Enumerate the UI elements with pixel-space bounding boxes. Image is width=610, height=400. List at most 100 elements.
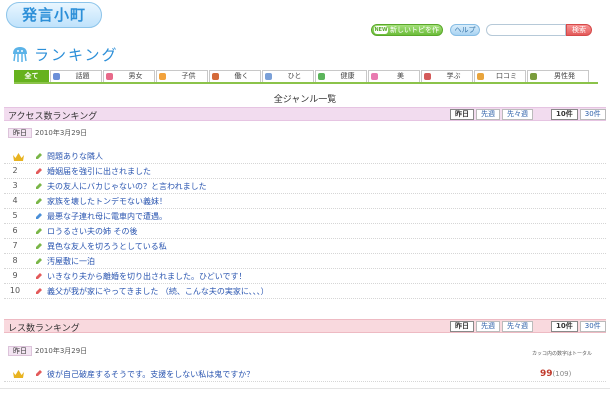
access-period-week-before[interactable]: 先々週: [502, 109, 533, 120]
access-count-group: 10件 30件: [551, 109, 608, 120]
res-ranking-row[interactable]: 彼が自己破産するそうです。支援をしない私は鬼ですか？ 99(109): [4, 366, 606, 382]
access-period-group: 昨日 先週 先々週: [450, 109, 535, 120]
ranking-row[interactable]: 8 汚屋敷に一泊: [4, 254, 606, 269]
red-pencil-icon: [36, 370, 42, 376]
res-count-10[interactable]: 10件: [551, 321, 578, 332]
tab-2[interactable]: 男女: [103, 70, 155, 82]
ranking-row[interactable]: 9 いきなり夫から離婚を切り出されました。ひどいです！: [4, 269, 606, 284]
tab-category-icon: [265, 73, 272, 80]
rank-title[interactable]: いきなり夫から離婚を切り出されました。ひどいです！: [47, 271, 247, 282]
tab-label: 美: [397, 72, 404, 80]
green-category-icon: [36, 243, 42, 249]
tab-category-icon: [424, 73, 431, 80]
tab-10[interactable]: 男性発: [527, 70, 589, 82]
ranking-row[interactable]: 2 婚姻届を強引に出されました: [4, 164, 606, 179]
ranking-row[interactable]: 4 家族を壊したトンデモない義妹！: [4, 194, 606, 209]
rank-number: 6: [12, 226, 18, 235]
tab-7[interactable]: 美: [368, 70, 420, 82]
tab-0[interactable]: 全て: [14, 70, 49, 82]
access-period-yesterday[interactable]: 昨日: [450, 109, 474, 120]
genre-heading: 全ジャンル一覧: [273, 95, 337, 105]
tally-note: カッコ内の数字はトータル: [532, 351, 593, 357]
res-period-yesterday[interactable]: 昨日: [450, 321, 474, 332]
access-period-last-week[interactable]: 先週: [476, 109, 500, 120]
rank-title[interactable]: 汚屋敷に一泊: [47, 256, 95, 267]
ranking-row[interactable]: 7 異色な友人を切ろうとしている私: [4, 239, 606, 254]
access-count-30[interactable]: 30件: [579, 109, 606, 120]
red-category-icon: [36, 273, 42, 279]
rank-number: 3: [12, 181, 18, 190]
crown-icon: [13, 153, 24, 161]
tab-label: 働く: [234, 72, 249, 80]
ranking-row[interactable]: 3 夫の友人にバカじゃないの？と言われました: [4, 179, 606, 194]
site-logo[interactable]: 発言小町: [6, 2, 102, 28]
help-button[interactable]: ヘルプ: [450, 24, 480, 36]
tab-6[interactable]: 健康: [315, 70, 367, 82]
tab-category-icon: [106, 73, 113, 80]
horizontal-scrollbar[interactable]: [0, 388, 610, 400]
access-ranking-list: 問題ありな隣人 2 婚姻届を強引に出されました 3 夫の友人にバカじゃないの？と言われま…: [4, 149, 606, 299]
tab-label: 男性発: [554, 72, 575, 80]
rank-title[interactable]: 最悪な子連れ母に電車内で遭遇。: [47, 211, 167, 222]
rank-title[interactable]: 問題ありな隣人: [47, 151, 103, 162]
rank-title[interactable]: 夫の友人にバカじゃないの？と言われました: [47, 181, 207, 192]
res-period-group: 昨日 先週 先々週: [450, 321, 535, 332]
ranking-row[interactable]: 問題ありな隣人: [4, 149, 606, 164]
res-count: 99(109): [540, 369, 571, 379]
tab-label: 学ぶ: [446, 72, 461, 80]
access-ranking-title: アクセス数ランキング: [8, 112, 98, 122]
tab-label: 口コミ: [496, 72, 517, 80]
rank-title[interactable]: 義父が我が家にやってきました （続、こんな夫の実家に、、、）: [47, 286, 269, 297]
green-category-icon: [36, 198, 42, 204]
blue-category-icon: [36, 213, 42, 219]
tab-label: 話題: [75, 72, 90, 80]
green-category-icon: [36, 183, 42, 189]
new-topic-button[interactable]: NEW 新しいトピを作成: [371, 24, 443, 44]
rank-number: 4: [12, 196, 18, 205]
tab-1[interactable]: 話題: [50, 70, 102, 82]
rank-title[interactable]: 家族を壊したトンデモない義妹！: [47, 196, 167, 207]
rank-title[interactable]: ロうるさい夫の姉 その後: [47, 226, 138, 237]
res-count-value: 99: [540, 369, 553, 379]
tab-category-icon: [477, 73, 484, 80]
ranking-row[interactable]: 10 義父が我が家にやってきました （続、こんな夫の実家に、、、）: [4, 284, 606, 299]
access-count-10[interactable]: 10件: [551, 109, 578, 120]
res-period-week-before[interactable]: 先々週: [502, 321, 533, 332]
access-date-tag: 昨日: [8, 128, 32, 138]
tab-category-icon: [371, 73, 378, 80]
red-category-icon: [36, 168, 42, 174]
tab-9[interactable]: 口コミ: [474, 70, 526, 82]
res-count-30[interactable]: 30件: [579, 321, 606, 332]
red-category-icon: [36, 288, 42, 294]
tab-category-icon: [159, 73, 166, 80]
tab-3[interactable]: 子供: [156, 70, 208, 82]
tab-5[interactable]: ひと: [262, 70, 314, 82]
search-input[interactable]: [486, 24, 566, 36]
search-button[interactable]: 検索: [566, 24, 592, 36]
res-rank-title[interactable]: 彼が自己破産するそうです。支援をしない私は鬼ですか？: [47, 369, 254, 380]
access-date-row: 昨日 2010年3月29日: [8, 128, 87, 138]
ranking-title: ランキング: [34, 46, 119, 64]
tab-category-icon: [318, 73, 325, 80]
genre-tabs: 全て 話題 男女 子供 働く ひと 健康 美 学ぶ 口コミ 男性発: [14, 70, 598, 84]
tab-label: 健康: [340, 72, 355, 80]
rank-title[interactable]: 婚姻届を強引に出されました: [47, 166, 151, 177]
res-count-group: 10件 30件: [551, 321, 608, 332]
tab-category-icon: [212, 73, 219, 80]
res-date: 2010年3月29日: [35, 347, 88, 355]
tab-label: 男女: [128, 72, 143, 80]
rank-title[interactable]: 異色な友人を切ろうとしている私: [47, 241, 167, 252]
crown-icon: [13, 370, 24, 378]
access-date: 2010年3月29日: [35, 129, 88, 137]
green-category-icon: [36, 153, 42, 159]
tab-8[interactable]: 学ぶ: [421, 70, 473, 82]
access-ranking-bar: アクセス数ランキング 昨日 先週 先々週 10件 30件: [4, 107, 608, 122]
ranking-row[interactable]: 6 ロうるさい夫の姉 その後: [4, 224, 606, 239]
res-count-total: (109): [552, 370, 572, 378]
tab-category-icon: [53, 73, 60, 80]
res-period-last-week[interactable]: 先週: [476, 321, 500, 332]
ranking-row[interactable]: 5 最悪な子連れ母に電車内で遭遇。: [4, 209, 606, 224]
tab-4[interactable]: 働く: [209, 70, 261, 82]
tab-label: 子供: [181, 72, 196, 80]
res-ranking-title: レス数ランキング: [8, 324, 80, 334]
